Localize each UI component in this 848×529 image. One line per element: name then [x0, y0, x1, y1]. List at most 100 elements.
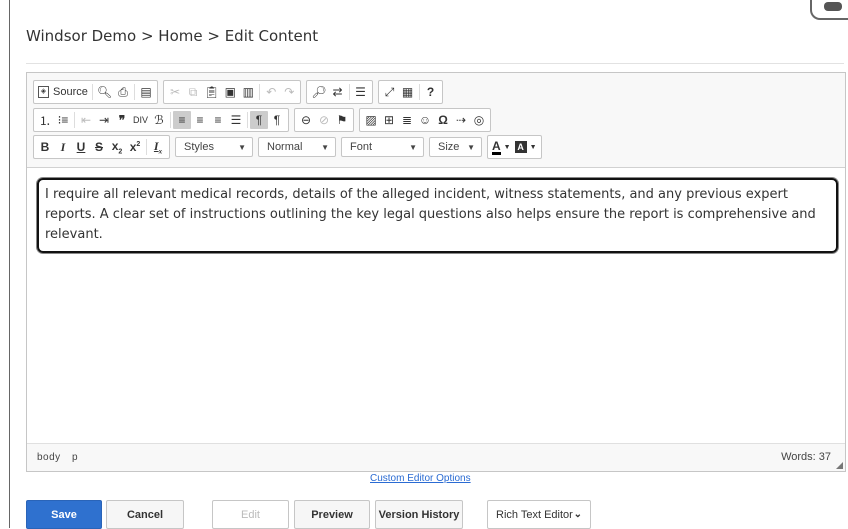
- styles-label: Styles: [184, 141, 214, 153]
- link-icon: ⊖: [300, 113, 312, 127]
- numbered-list-button[interactable]: ⒈: [36, 111, 54, 129]
- print-button[interactable]: ⎙: [114, 83, 132, 101]
- paste-text-button[interactable]: ▣: [221, 83, 239, 101]
- undo-icon: ↶: [266, 85, 277, 99]
- copy-button[interactable]: ⧉: [184, 83, 202, 101]
- size-dropdown[interactable]: Size ▼: [429, 137, 482, 157]
- editor-statusbar: body p Words: 37: [27, 443, 845, 471]
- rtl-button[interactable]: ¶: [268, 111, 286, 129]
- font-dropdown[interactable]: Font ▼: [341, 137, 424, 157]
- copy-icon: ⧉: [188, 84, 198, 99]
- insert-group: ▨ ⊞ ≣ ☺ Ω ⇢ ◎: [359, 108, 492, 132]
- content-paragraph[interactable]: I require all relevant medical records, …: [37, 178, 838, 253]
- preview-button[interactable]: Preview: [294, 500, 370, 529]
- preview-button[interactable]: 🔍︎: [95, 83, 114, 101]
- list-group: ⒈ ⁝≡ ⇤ ⇥ ❞ DIV ℬ ≡ ≡ ≡ ☰ ¶ ¶: [33, 108, 290, 132]
- outdent-icon: ⇤: [80, 113, 92, 127]
- remove-format-button[interactable]: Ix: [149, 138, 167, 156]
- background-color-button[interactable]: A ▼: [513, 138, 539, 156]
- templates-button[interactable]: ▤: [137, 83, 155, 101]
- table-button[interactable]: ⊞: [380, 111, 398, 129]
- cut-button[interactable]: ✂: [166, 83, 184, 101]
- editor-mode-value: Rich Text Editor: [496, 508, 573, 521]
- paste-button[interactable]: 📋︎: [202, 83, 221, 101]
- indent-button[interactable]: ⇥: [95, 111, 113, 129]
- strike-button[interactable]: S: [90, 138, 108, 156]
- path-p[interactable]: p: [72, 452, 78, 463]
- iframe-button[interactable]: ◎: [470, 111, 488, 129]
- separator: [348, 84, 350, 100]
- div-icon: DIV: [133, 115, 149, 125]
- word-count: Words: 37: [781, 451, 831, 463]
- find-button[interactable]: 🔎︎: [309, 83, 328, 101]
- underline-icon: U: [76, 140, 86, 154]
- editor-mode-select[interactable]: Rich Text Editor ⌄: [487, 500, 591, 529]
- bulleted-list-button[interactable]: ⁝≡: [54, 111, 72, 129]
- version-history-button[interactable]: Version History: [375, 500, 463, 529]
- cancel-button[interactable]: Cancel: [106, 500, 184, 529]
- source-label: Source: [53, 86, 88, 98]
- format-dropdown[interactable]: Normal ▼: [258, 137, 336, 157]
- show-blocks-button[interactable]: ▦: [399, 83, 417, 101]
- blockquote-button[interactable]: ❞: [113, 111, 131, 129]
- paste-word-button[interactable]: ▥: [239, 83, 257, 101]
- image-button[interactable]: ▨: [362, 111, 380, 129]
- align-center-button[interactable]: ≡: [191, 111, 209, 129]
- redo-button[interactable]: ↷: [280, 83, 298, 101]
- cut-icon: ✂: [170, 85, 181, 99]
- show-blocks-icon: ▦: [401, 85, 414, 99]
- justify-button[interactable]: ☰: [227, 111, 245, 129]
- subscript-button[interactable]: x2: [108, 138, 126, 156]
- bold-button[interactable]: B: [36, 138, 54, 156]
- text-direction-ltr-icon: ¶: [255, 113, 263, 127]
- anchor-button[interactable]: ⚑: [333, 111, 351, 129]
- smiley-button[interactable]: ☺: [416, 111, 434, 129]
- align-right-button[interactable]: ≡: [209, 111, 227, 129]
- maximize-button[interactable]: ⤢: [381, 83, 399, 101]
- chevron-down-icon: ▼: [529, 143, 537, 151]
- div-button[interactable]: DIV: [131, 111, 150, 129]
- underline-button[interactable]: U: [72, 138, 90, 156]
- outdent-button[interactable]: ⇤: [77, 111, 95, 129]
- toolbar-row-1: ◈ Source 🔍︎ ⎙ ▤ ✂ ⧉ 📋︎ ▣ ▥ ↶ ↷ 🔎︎ ⇄ ☰ ⤢ …: [33, 80, 448, 104]
- custom-editor-options-link[interactable]: Custom Editor Options: [370, 473, 471, 484]
- document-group: ◈ Source 🔍︎ ⎙ ▤: [33, 80, 159, 104]
- unlink-button[interactable]: ⊘: [315, 111, 333, 129]
- language-button[interactable]: ℬ: [150, 111, 168, 129]
- source-button[interactable]: ◈ Source: [36, 83, 90, 101]
- ltr-button[interactable]: ¶: [250, 111, 269, 129]
- link-button[interactable]: ⊖: [297, 111, 315, 129]
- edit-button[interactable]: Edit: [212, 500, 289, 529]
- chevron-down-icon: ▼: [467, 142, 475, 152]
- bulleted-list-icon: ⁝≡: [57, 113, 69, 127]
- replace-button[interactable]: ⇄: [329, 83, 347, 101]
- separator: [418, 84, 420, 100]
- help-tab[interactable]: [810, 0, 848, 20]
- separator: [74, 112, 75, 128]
- source-icon: ◈: [38, 86, 49, 98]
- align-left-button[interactable]: ≡: [173, 111, 192, 129]
- omega-icon: Ω: [438, 113, 448, 127]
- anchor-flag-icon: ⚑: [336, 113, 348, 127]
- path-body[interactable]: body: [37, 452, 61, 463]
- help-button[interactable]: ?: [422, 83, 440, 101]
- select-all-button[interactable]: ☰: [352, 83, 370, 101]
- editor-toolbar: ◈ Source 🔍︎ ⎙ ▤ ✂ ⧉ 📋︎ ▣ ▥ ↶ ↷ 🔎︎ ⇄ ☰ ⤢ …: [27, 73, 845, 168]
- special-char-button[interactable]: Ω: [434, 111, 452, 129]
- resize-handle-icon[interactable]: [836, 462, 843, 469]
- action-bar: Save Cancel Edit Preview Version History: [26, 500, 463, 529]
- styles-dropdown[interactable]: Styles ▼: [175, 137, 253, 157]
- save-button[interactable]: Save: [26, 500, 102, 529]
- horizontal-line-button[interactable]: ≣: [398, 111, 416, 129]
- undo-button[interactable]: ↶: [262, 83, 280, 101]
- italic-button[interactable]: I: [54, 138, 72, 156]
- text-color-button[interactable]: A ▼: [490, 138, 513, 156]
- editing-group: 🔎︎ ⇄ ☰: [306, 80, 373, 104]
- strikethrough-icon: S: [94, 140, 103, 154]
- globe-icon: ◎: [473, 113, 485, 127]
- toggle-icon: [824, 2, 842, 11]
- editor-content-area[interactable]: I require all relevant medical records, …: [27, 168, 845, 443]
- superscript-button[interactable]: x2: [126, 138, 144, 156]
- link-group: ⊖ ⊘ ⚑: [294, 108, 355, 132]
- page-break-button[interactable]: ⇢: [452, 111, 470, 129]
